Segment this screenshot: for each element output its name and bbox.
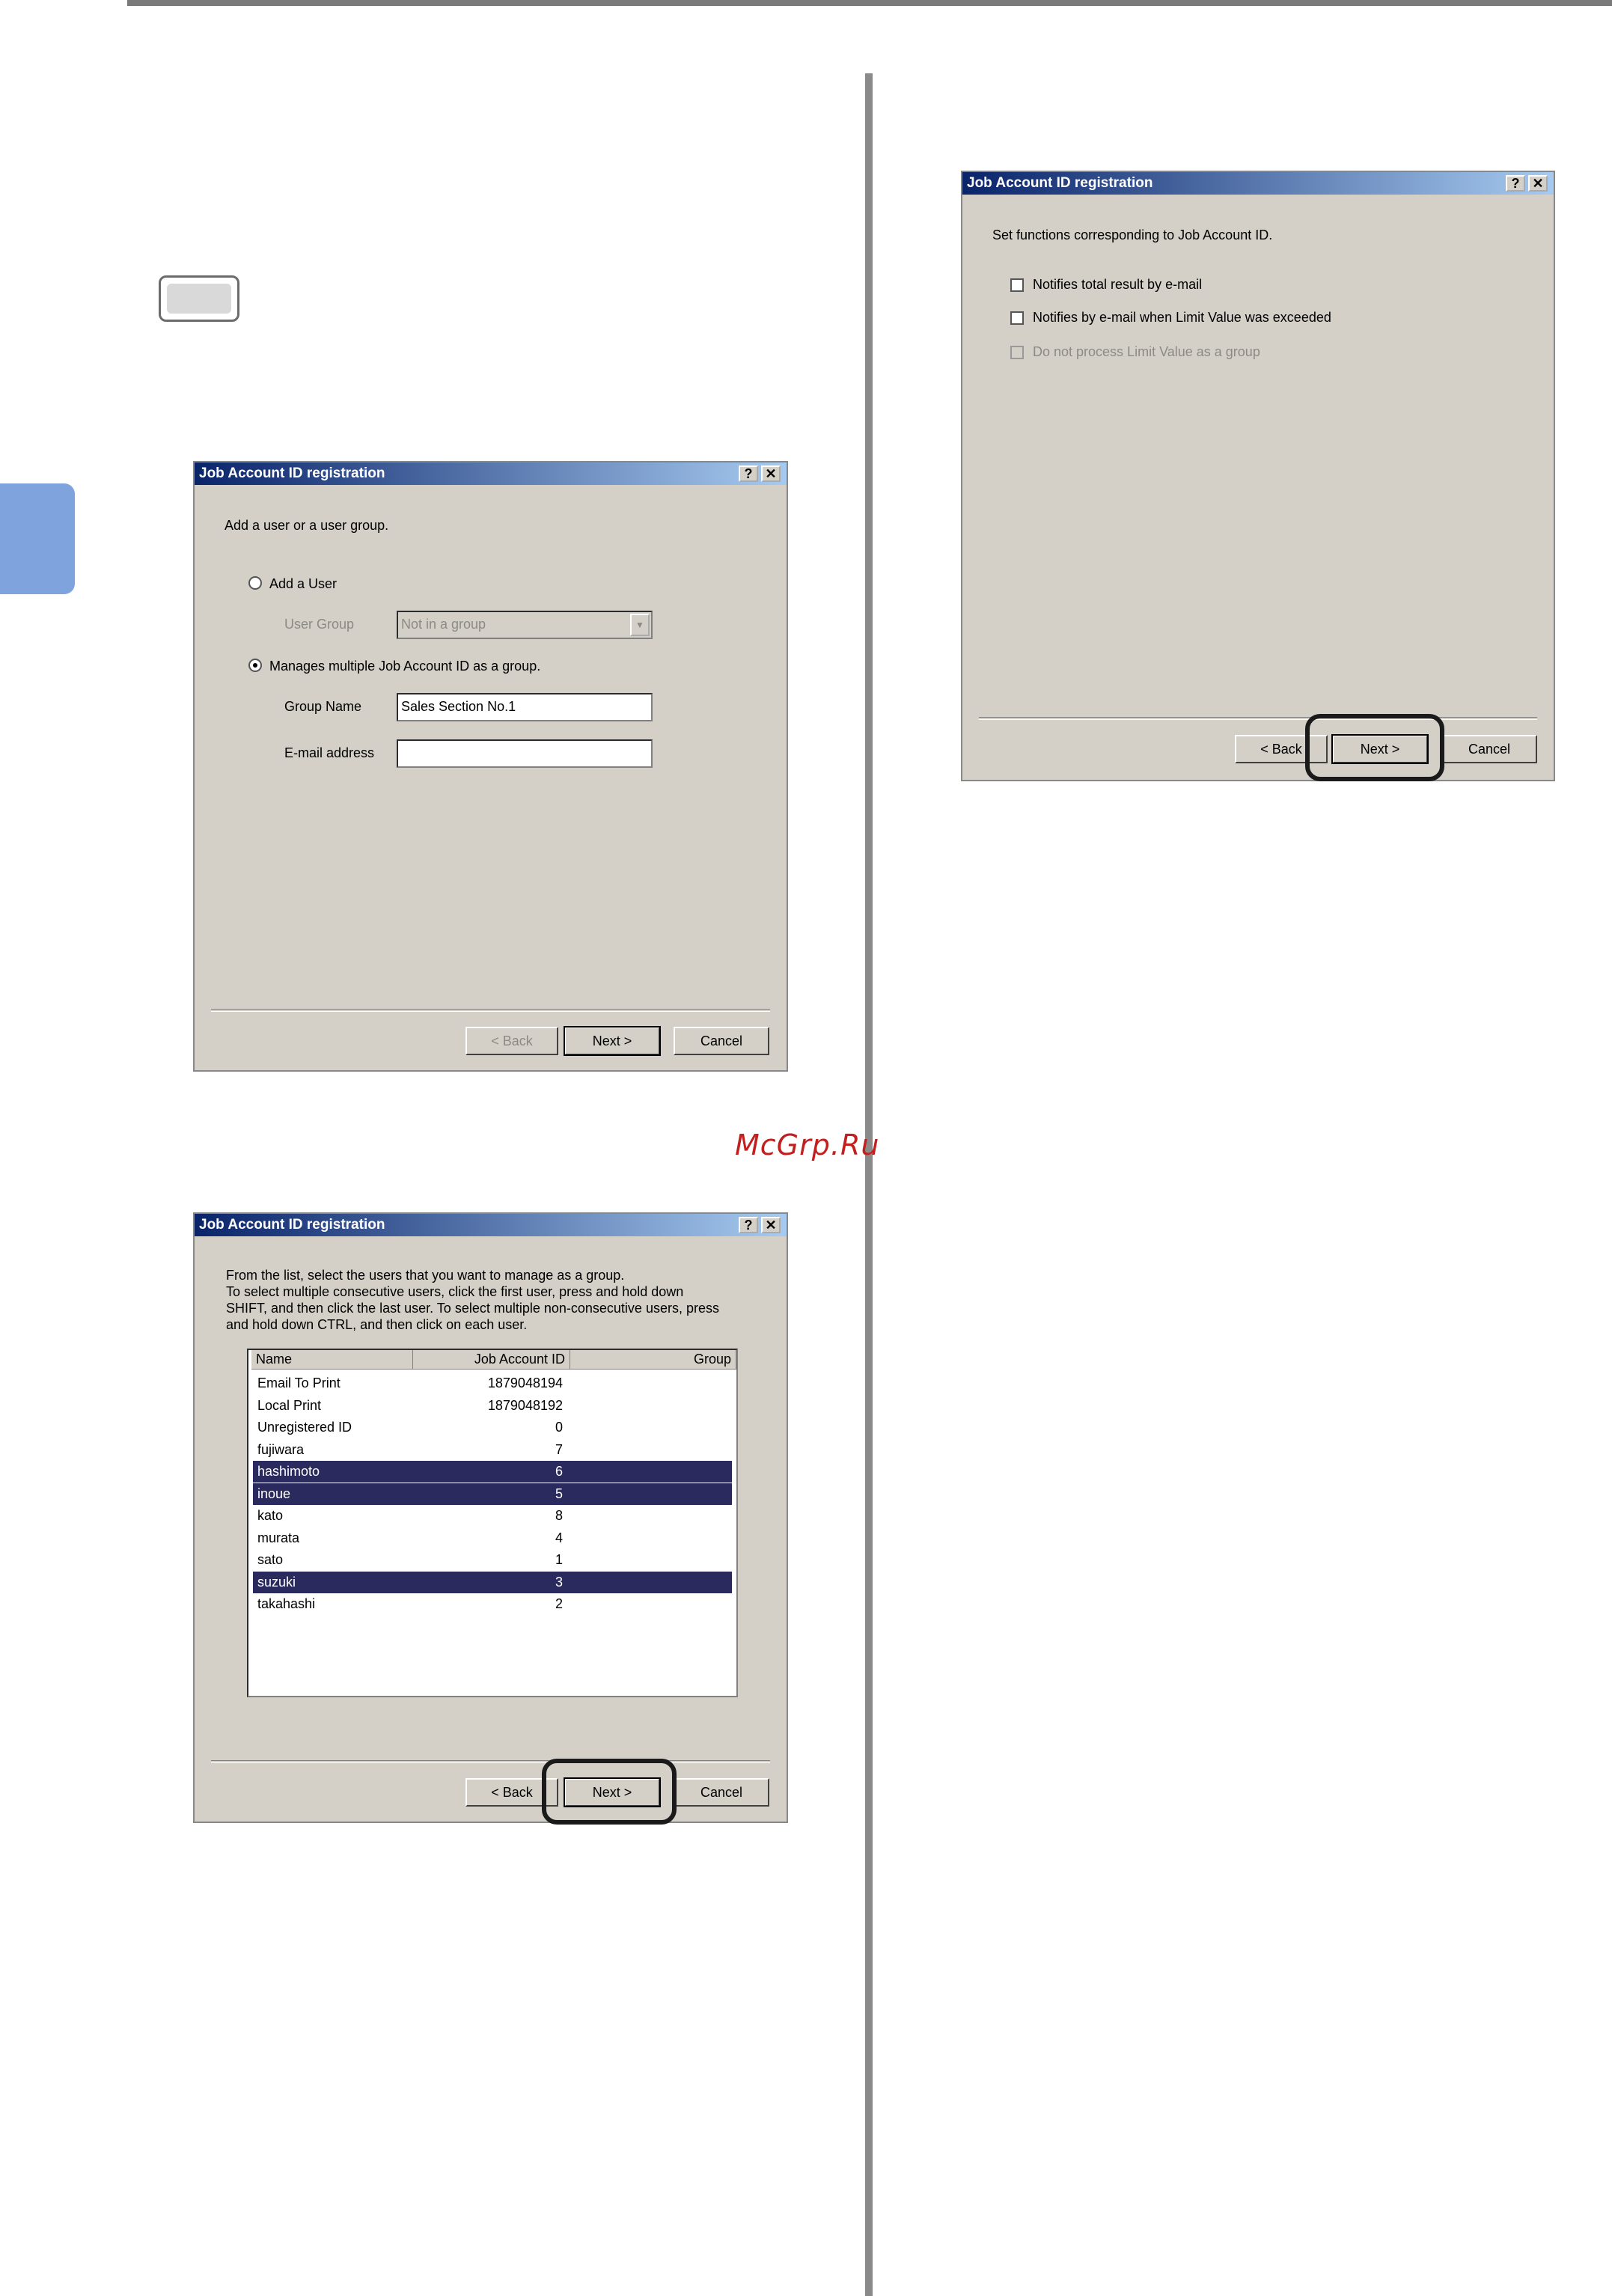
user-group-label: User Group <box>284 617 355 632</box>
cancel-button[interactable]: Cancel <box>1441 735 1537 763</box>
column-divider <box>865 73 873 2296</box>
top-rule <box>127 0 1612 6</box>
cell-name: sato <box>257 1552 284 1567</box>
cell-name: fujiwara <box>257 1441 305 1457</box>
back-button: < Back <box>465 1027 558 1055</box>
next-button[interactable]: Next > <box>564 1026 661 1056</box>
cell-job-account-id: 1879048194 <box>487 1376 563 1390</box>
add-user-radio[interactable] <box>248 576 262 590</box>
table-row[interactable]: inoue 5 <box>253 1483 732 1505</box>
table-row[interactable]: kato 8 <box>253 1505 732 1527</box>
table-row[interactable]: suzuki 3 <box>253 1571 732 1593</box>
cell-name: Email To Print <box>257 1376 341 1390</box>
email-input[interactable] <box>397 739 653 768</box>
cell-name: kato <box>257 1508 284 1523</box>
add-user-label: Add a User <box>269 576 338 591</box>
dialog-select-users: Job Account ID registration ? ✕ From the… <box>193 1212 788 1823</box>
cell-job-account-id: 2 <box>555 1596 563 1611</box>
chevron-down-icon: ▼ <box>630 614 650 636</box>
next-button-callout <box>542 1759 677 1825</box>
close-button[interactable]: ✕ <box>1528 175 1548 192</box>
cell-job-account-id: 7 <box>555 1441 563 1457</box>
dialog-title: Job Account ID registration <box>962 172 1554 195</box>
cell-name: murata <box>257 1530 300 1545</box>
next-button-callout <box>1305 714 1444 781</box>
close-button[interactable]: ✕ <box>761 465 781 482</box>
instruction-line: To select multiple consecutive users, cl… <box>226 1284 684 1299</box>
cell-name: Local Print <box>257 1397 322 1413</box>
instruction-line: SHIFT, and then click the last user. To … <box>226 1301 719 1316</box>
table-row[interactable]: Unregistered ID 0 <box>253 1417 732 1438</box>
dialog-title: Job Account ID registration <box>195 1214 787 1236</box>
cell-name: hashimoto <box>257 1464 320 1479</box>
cell-job-account-id: 5 <box>555 1486 563 1501</box>
separator <box>211 1009 770 1012</box>
no-group-limit-checkbox <box>1010 346 1024 359</box>
limit-exceeded-checkbox[interactable] <box>1010 311 1024 325</box>
cell-job-account-id: 4 <box>555 1530 563 1545</box>
instruction-line: From the list, select the users that you… <box>226 1268 625 1283</box>
close-button[interactable]: ✕ <box>761 1217 781 1233</box>
column-header-group[interactable]: Group <box>570 1350 736 1370</box>
cell-name: takahashi <box>257 1596 316 1611</box>
help-button[interactable]: ? <box>739 1217 758 1233</box>
cell-job-account-id: 0 <box>555 1420 563 1435</box>
user-group-select: Not in a group ▼ <box>397 611 653 639</box>
dialog-title: Job Account ID registration <box>195 462 787 485</box>
column-header-job-account-id[interactable]: Job Account ID <box>413 1350 570 1370</box>
table-row[interactable]: Email To Print 1879048194 <box>253 1373 732 1394</box>
table-row[interactable]: hashimoto 6 <box>253 1461 732 1483</box>
manage-group-label: Manages multiple Job Account ID as a gro… <box>269 659 541 674</box>
manage-group-radio[interactable] <box>248 659 262 672</box>
group-name-label: Group Name <box>284 699 362 714</box>
table-row[interactable]: murata 4 <box>253 1527 732 1549</box>
total-result-checkbox[interactable] <box>1010 278 1024 292</box>
chapter-tab <box>0 483 75 594</box>
table-row[interactable]: takahashi 2 <box>253 1593 732 1615</box>
table-row[interactable]: sato 1 <box>253 1549 732 1571</box>
cell-name: inoue <box>257 1486 291 1501</box>
separator <box>979 717 1537 720</box>
instruction-line: and hold down CTRL, and then click on ea… <box>226 1317 528 1332</box>
help-button[interactable]: ? <box>739 465 758 482</box>
separator <box>211 1760 770 1763</box>
cell-job-account-id: 3 <box>555 1574 563 1590</box>
table-row[interactable]: Local Print 1879048192 <box>253 1395 732 1417</box>
cancel-button[interactable]: Cancel <box>674 1027 769 1055</box>
total-result-label: Notifies total result by e-mail <box>1033 277 1203 292</box>
limit-exceeded-label: Notifies by e-mail when Limit Value was … <box>1033 310 1331 325</box>
cell-name: suzuki <box>257 1574 296 1590</box>
cancel-button[interactable]: Cancel <box>674 1778 769 1807</box>
key-button-illustration <box>159 275 239 322</box>
cell-job-account-id: 6 <box>555 1464 563 1479</box>
table-row[interactable]: fujiwara 7 <box>253 1439 732 1461</box>
watermark: McGrp.Ru <box>735 1129 880 1161</box>
cell-job-account-id: 1879048192 <box>487 1397 563 1413</box>
cell-name: Unregistered ID <box>257 1420 352 1435</box>
group-name-input[interactable]: Sales Section No.1 <box>397 693 653 721</box>
cell-job-account-id: 1 <box>555 1552 563 1567</box>
dialog-set-functions: Job Account ID registration ? ✕ Set func… <box>961 171 1555 781</box>
no-group-limit-label: Do not process Limit Value as a group <box>1033 344 1260 359</box>
email-label: E-mail address <box>284 745 375 760</box>
help-button[interactable]: ? <box>1506 175 1525 192</box>
cell-job-account-id: 8 <box>555 1508 563 1523</box>
instruction-text: Add a user or a user group. <box>225 518 389 533</box>
column-header-name[interactable]: Name <box>251 1350 413 1370</box>
user-group-value: Not in a group <box>401 617 486 632</box>
dialog-add-user: Job Account ID registration ? ✕ Add a us… <box>193 461 788 1072</box>
instruction-text: Set functions corresponding to Job Accou… <box>992 228 1273 242</box>
user-list[interactable]: Name Job Account ID Group Email To Print… <box>247 1349 738 1697</box>
